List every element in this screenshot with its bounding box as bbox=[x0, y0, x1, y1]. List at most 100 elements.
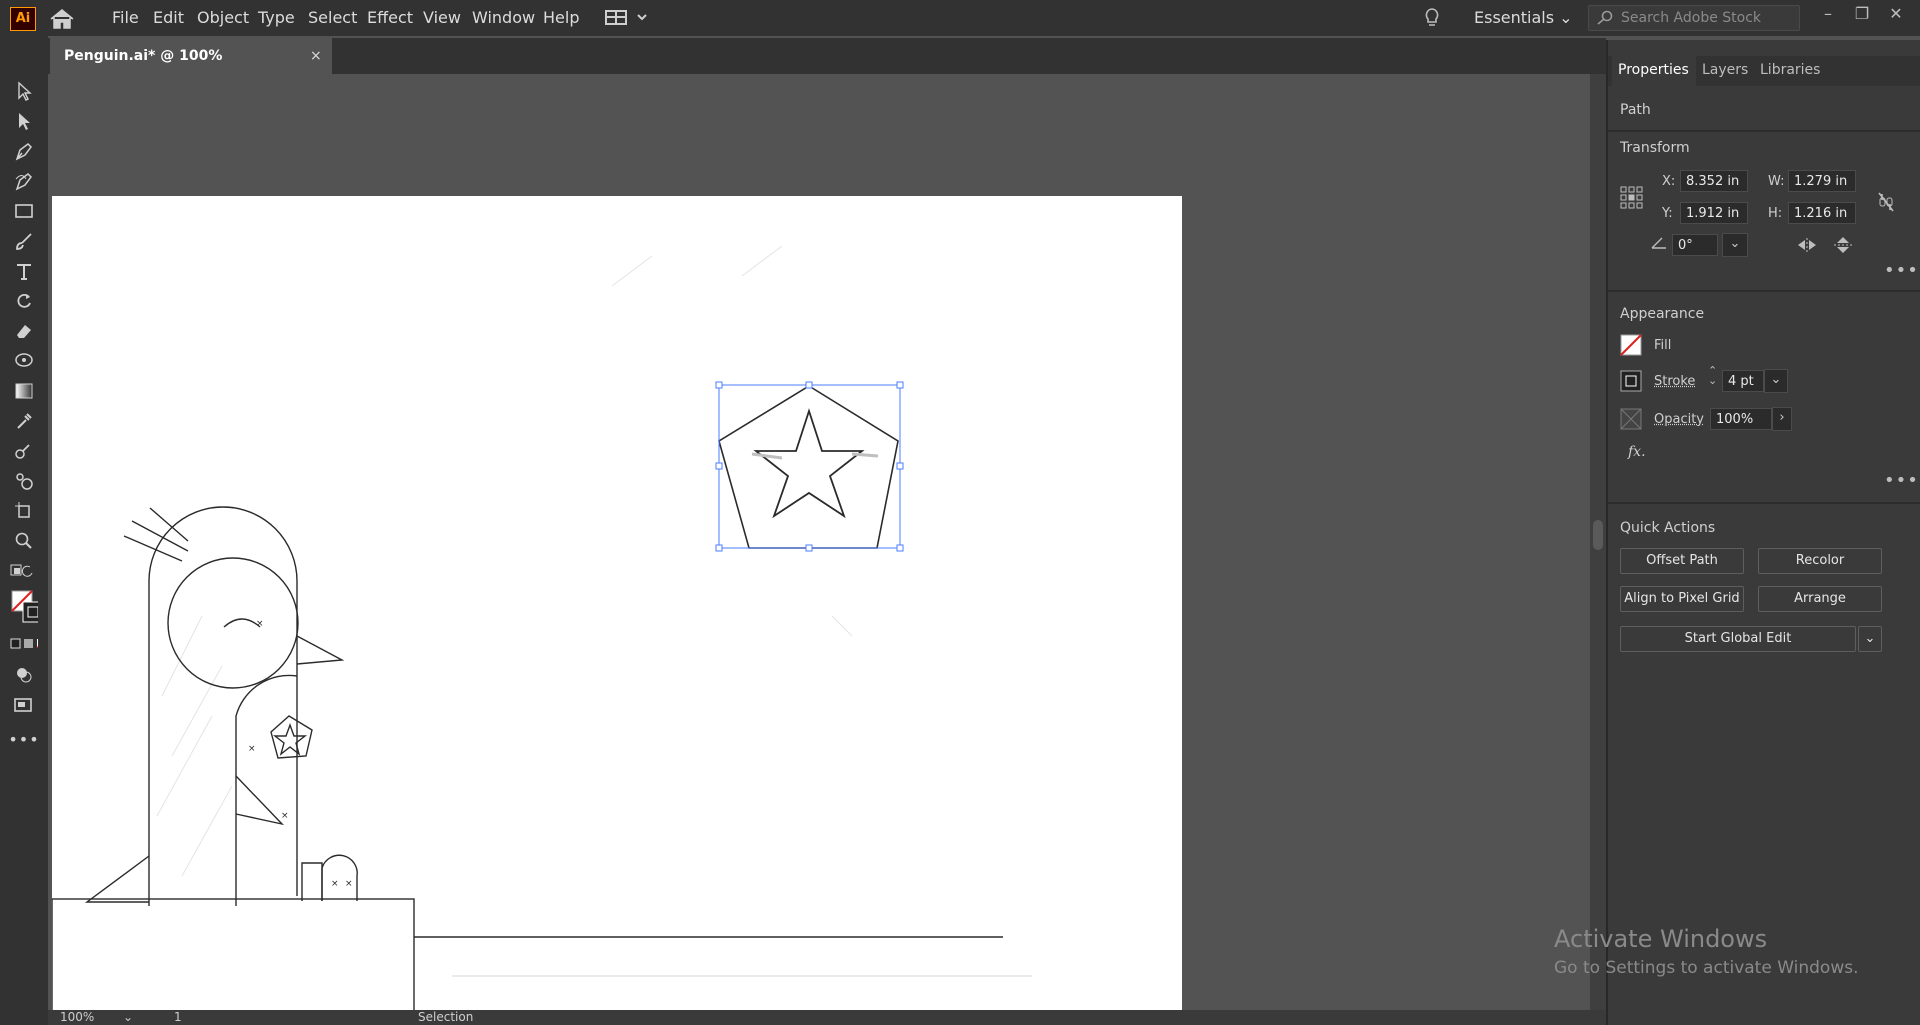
menu-view[interactable]: View bbox=[423, 8, 461, 27]
draw-mode-icon[interactable] bbox=[10, 662, 38, 688]
zoom-dropdown-icon[interactable]: ⌄ bbox=[123, 1010, 133, 1024]
offset-path-button[interactable]: Offset Path bbox=[1620, 548, 1744, 574]
activation-watermark-subtitle: Go to Settings to activate Windows. bbox=[1554, 958, 1859, 978]
zoom-level[interactable]: 100% bbox=[60, 1010, 94, 1024]
menu-window[interactable]: Window bbox=[472, 8, 535, 27]
direct-selection-tool-icon[interactable] bbox=[10, 108, 38, 134]
screen-mode-icon[interactable] bbox=[10, 692, 38, 718]
flip-horizontal-icon[interactable] bbox=[1796, 236, 1818, 258]
opacity-field[interactable] bbox=[1710, 408, 1772, 430]
swap-fill-stroke-icon[interactable] bbox=[10, 558, 38, 584]
paintbrush-tool-icon[interactable] bbox=[10, 228, 38, 254]
symbol-sprayer-tool-icon[interactable] bbox=[10, 468, 38, 494]
rectangle-tool-icon[interactable] bbox=[10, 198, 38, 224]
transform-more-icon[interactable]: ••• bbox=[1884, 260, 1919, 281]
eraser-tool-icon[interactable] bbox=[10, 318, 38, 344]
eyedropper-tool-icon[interactable] bbox=[10, 408, 38, 434]
opacity-icon bbox=[1620, 408, 1642, 434]
current-tool-name: Selection bbox=[418, 1010, 474, 1024]
zoom-tool-icon[interactable] bbox=[10, 528, 38, 554]
tab-layers[interactable]: Layers bbox=[1702, 62, 1748, 78]
menu-file[interactable]: File bbox=[112, 8, 139, 27]
divider bbox=[1608, 130, 1920, 132]
chevron-right-icon[interactable]: › bbox=[1772, 407, 1792, 431]
arrange-button[interactable]: Arrange bbox=[1758, 586, 1882, 612]
appearance-heading: Appearance bbox=[1620, 306, 1705, 322]
menu-help[interactable]: Help bbox=[543, 8, 579, 27]
stroke-weight-field[interactable] bbox=[1722, 370, 1764, 392]
x-field[interactable] bbox=[1680, 170, 1748, 192]
fx-icon[interactable]: fx. bbox=[1628, 444, 1646, 460]
home-icon[interactable] bbox=[49, 8, 75, 34]
status-bar: 100% ⌄ 1 Selection bbox=[48, 1010, 1606, 1025]
search-input[interactable] bbox=[1619, 8, 1798, 28]
lightbulb-icon[interactable] bbox=[1422, 6, 1442, 34]
tab-properties[interactable]: Properties bbox=[1618, 62, 1689, 78]
align-to-pixel-grid-button[interactable]: Align to Pixel Grid bbox=[1620, 586, 1744, 612]
canvas[interactable]: × × × × × bbox=[48, 74, 1590, 1015]
appearance-more-icon[interactable]: ••• bbox=[1884, 470, 1919, 491]
menu-select[interactable]: Select bbox=[308, 8, 357, 27]
puppet-warp-tool-icon[interactable] bbox=[10, 348, 38, 374]
stock-search[interactable] bbox=[1588, 5, 1800, 31]
menu-effect[interactable]: Effect bbox=[367, 8, 413, 27]
arrange-documents-button[interactable] bbox=[604, 8, 650, 32]
color-mode-icons[interactable] bbox=[10, 636, 38, 652]
close-window-icon[interactable]: ✕ bbox=[1886, 4, 1906, 24]
document-tab[interactable]: Penguin.ai* @ 100% (RGB/Outline) × bbox=[50, 38, 332, 100]
menu-object[interactable]: Object bbox=[197, 8, 249, 27]
rotate-field[interactable] bbox=[1672, 234, 1718, 256]
svg-text:×: × bbox=[256, 619, 264, 629]
gradient-tool-icon[interactable] bbox=[10, 378, 38, 404]
flip-vertical-icon[interactable] bbox=[1832, 236, 1854, 258]
anchor-marks: × × × × × bbox=[248, 619, 353, 889]
fill-stroke-swatches[interactable] bbox=[10, 588, 38, 628]
stroke-dropdown-icon[interactable]: ⌄ bbox=[1764, 369, 1788, 393]
rotate-tool-icon[interactable] bbox=[10, 288, 38, 314]
constrain-proportions-icon[interactable] bbox=[1876, 190, 1896, 218]
svg-text:×: × bbox=[281, 811, 289, 821]
artboard-tool-icon[interactable] bbox=[10, 498, 38, 524]
properties-panel: Properties Layers Libraries Path Transfo… bbox=[1606, 40, 1920, 1025]
selected-star-path bbox=[718, 385, 899, 549]
more-tools-icon[interactable]: ••• bbox=[8, 726, 38, 752]
fill-label[interactable]: Fill bbox=[1654, 338, 1671, 353]
vertical-scrollbar[interactable] bbox=[1590, 74, 1606, 1015]
stroke-swatch-icon[interactable] bbox=[1620, 370, 1642, 396]
workspace-label: Essentials bbox=[1474, 8, 1555, 27]
fill-swatch-icon[interactable] bbox=[1620, 334, 1642, 360]
w-field[interactable] bbox=[1788, 170, 1856, 192]
blend-tool-icon[interactable] bbox=[10, 438, 38, 464]
stroke-stepper-icon[interactable]: ⌃ ⌄ bbox=[1708, 365, 1717, 386]
scroll-thumb[interactable] bbox=[1593, 520, 1603, 550]
menu-edit[interactable]: Edit bbox=[153, 8, 184, 27]
restore-icon[interactable]: ❐ bbox=[1852, 4, 1872, 24]
transform-heading: Transform bbox=[1620, 140, 1690, 156]
selection-tool-icon[interactable] bbox=[10, 78, 38, 104]
recolor-button[interactable]: Recolor bbox=[1758, 548, 1882, 574]
y-label: Y: bbox=[1662, 206, 1673, 221]
artboard-number[interactable]: 1 bbox=[174, 1010, 182, 1024]
close-tab-icon[interactable]: × bbox=[310, 38, 322, 74]
menu-bar: Ai File Edit Object Type Select Effect V… bbox=[0, 0, 1920, 36]
workspace-switcher[interactable]: Essentials ⌄ bbox=[1474, 8, 1573, 27]
start-global-edit-button[interactable]: Start Global Edit bbox=[1620, 626, 1856, 652]
svg-text:×: × bbox=[345, 879, 353, 889]
chevron-down-icon: ⌄ bbox=[1559, 8, 1573, 27]
y-field[interactable] bbox=[1680, 202, 1748, 224]
type-tool-icon[interactable] bbox=[10, 258, 38, 284]
pen-tool-icon[interactable] bbox=[10, 138, 38, 164]
rotate-dropdown-icon[interactable]: ⌄ bbox=[1722, 233, 1748, 257]
artboard[interactable]: × × × × × bbox=[51, 196, 1182, 1015]
app-logo: Ai bbox=[10, 7, 36, 31]
reference-point-icon[interactable] bbox=[1620, 186, 1644, 214]
opacity-label[interactable]: Opacity bbox=[1654, 412, 1704, 427]
divider bbox=[1608, 290, 1920, 292]
curvature-tool-icon[interactable] bbox=[10, 168, 38, 194]
global-edit-options-icon[interactable]: ⌄ bbox=[1858, 626, 1882, 652]
stroke-label[interactable]: Stroke bbox=[1654, 374, 1695, 389]
menu-type[interactable]: Type bbox=[258, 8, 295, 27]
tab-libraries[interactable]: Libraries bbox=[1760, 62, 1820, 78]
h-field[interactable] bbox=[1788, 202, 1856, 224]
minimize-icon[interactable]: – bbox=[1818, 4, 1838, 24]
